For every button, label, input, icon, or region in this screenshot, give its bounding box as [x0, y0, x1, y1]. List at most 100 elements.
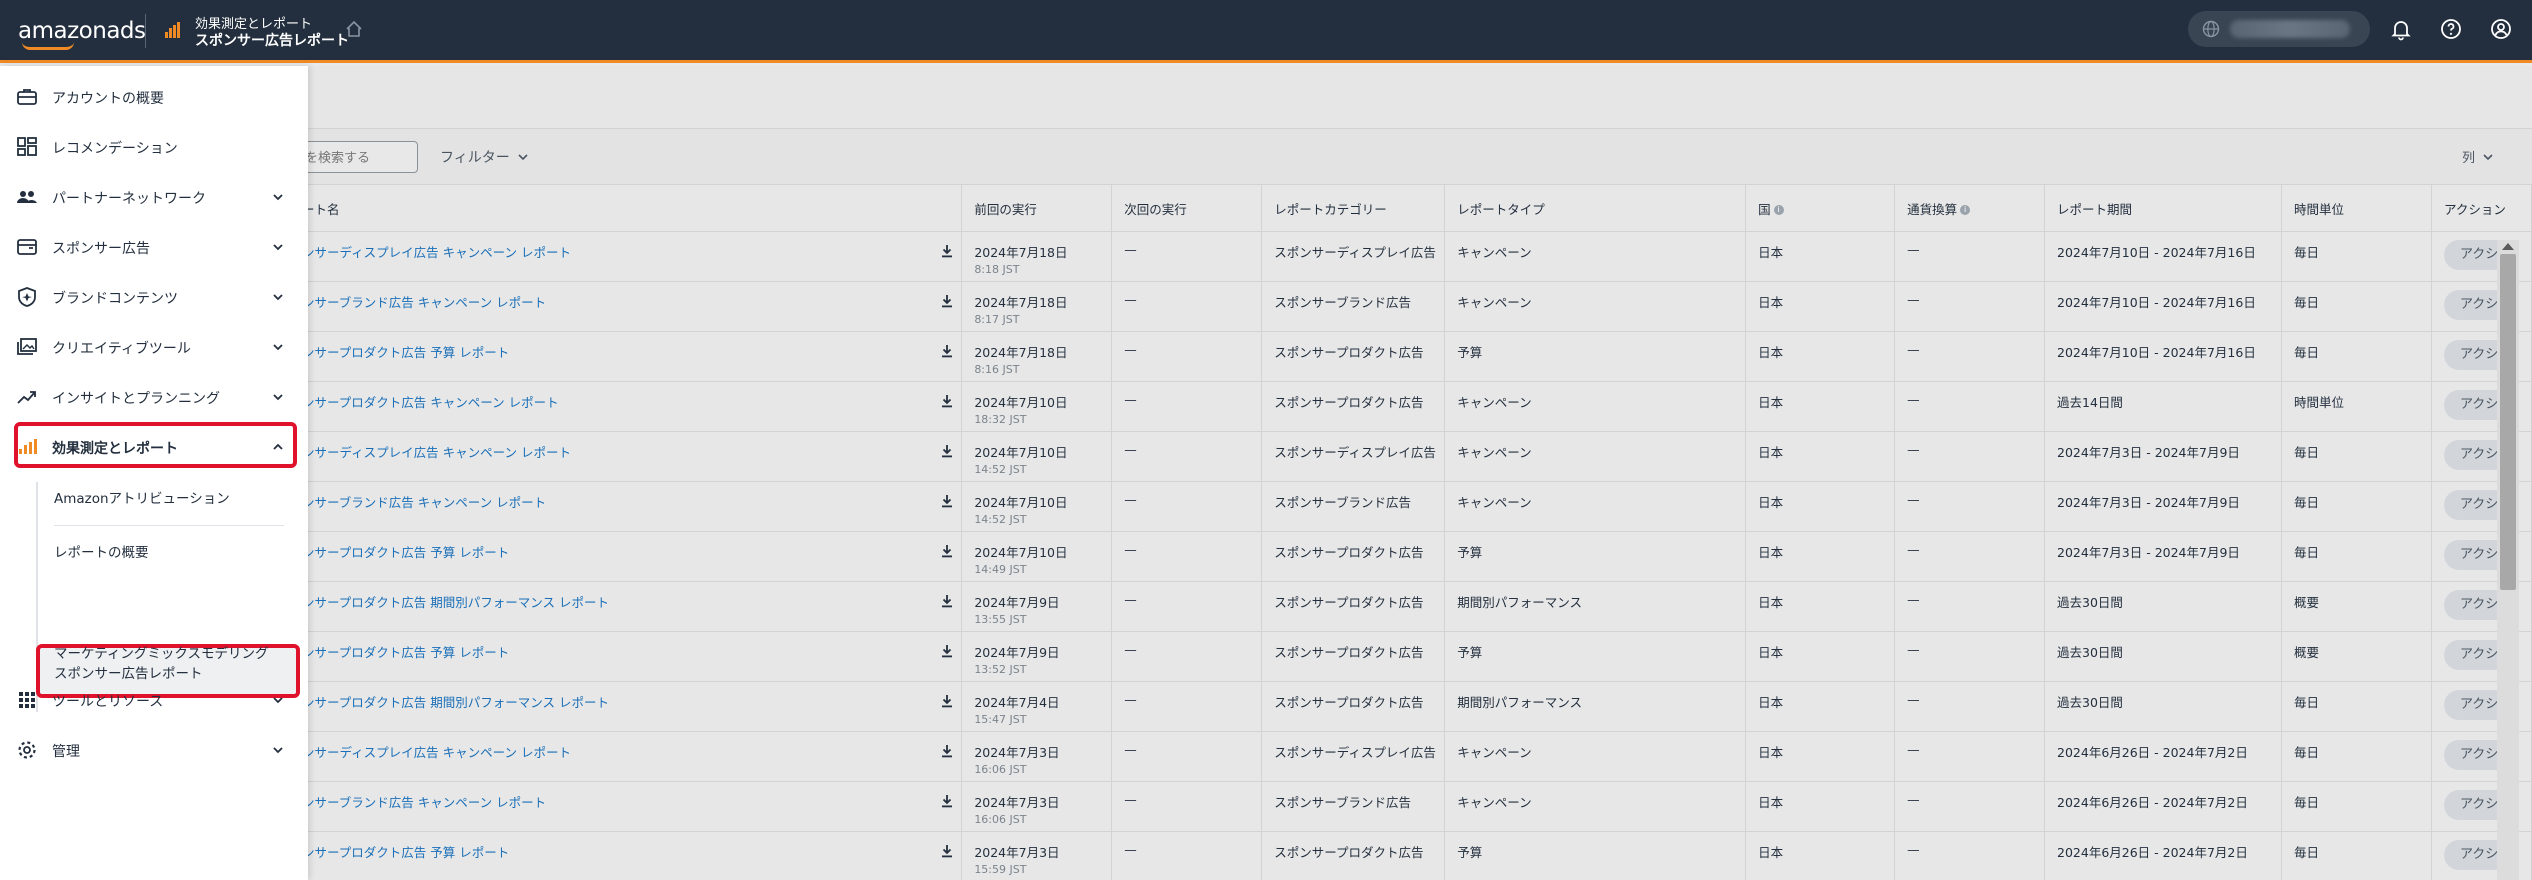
currency-cell: — [1894, 431, 2046, 482]
report-name-link[interactable]: ンサープロダクト広告 期間別パフォーマンス レポート [302, 595, 609, 610]
report-name-link[interactable]: ンサープロダクト広告 キャンペーン レポート [302, 395, 559, 410]
action-button[interactable]: アクシ [2443, 590, 2504, 620]
column-header-report-name[interactable]: ート名 [290, 184, 963, 232]
report-name-link[interactable]: ンサープロダクト広告 期間別パフォーマンス レポート [302, 695, 609, 710]
download-icon[interactable] [941, 494, 953, 508]
user-account-icon[interactable] [2489, 17, 2513, 41]
action-button[interactable]: アクシ [2443, 240, 2504, 270]
nav-item-admin[interactable]: 管理 [0, 726, 308, 774]
report-name-link[interactable]: ンサーブランド広告 キャンペーン レポート [302, 795, 546, 810]
nav-item-account-overview[interactable]: アカウントの概要 [0, 73, 308, 121]
report-name-link[interactable]: ンサーディスプレイ広告 キャンペーン レポート [302, 445, 571, 460]
bell-icon[interactable] [2389, 17, 2413, 41]
next-run-value: — [1124, 542, 1137, 557]
search-input[interactable] [290, 141, 418, 173]
last-run-time: 16:06 JST [974, 813, 1027, 826]
nav-item-insights-planning[interactable]: インサイトとプランニング [0, 373, 308, 421]
type-value: 期間別パフォーマンス [1457, 695, 1582, 710]
period-value: 2024年7月3日 - 2024年7月9日 [2057, 545, 2240, 560]
action-button[interactable]: アクシ [2443, 840, 2504, 870]
filter-dropdown[interactable]: フィルター [440, 147, 528, 167]
action-button[interactable]: アクシ [2443, 440, 2504, 470]
scroll-up-arrow-icon[interactable] [2502, 243, 2514, 250]
country-cell: 日本 [1745, 531, 1896, 582]
period-value: 2024年6月26日 - 2024年7月2日 [2057, 845, 2248, 860]
action-button[interactable]: アクシ [2443, 490, 2504, 520]
download-icon[interactable] [941, 244, 953, 258]
sub-item-report-overview[interactable]: レポートの概要 [36, 527, 298, 571]
type-cell: キャンペーン [1444, 281, 1747, 332]
column-header-country[interactable]: 国i [1745, 184, 1896, 232]
sub-item-marketing-mix-modeling[interactable]: マーケティングミックスモデリング [36, 628, 298, 672]
column-header-last-run[interactable]: 前回の実行 [961, 184, 1113, 232]
time-unit-value: 概要 [2294, 645, 2320, 660]
next-run-value: — [1124, 492, 1137, 507]
action-button[interactable]: アクシ [2443, 340, 2504, 370]
type-value: 予算 [1457, 345, 1483, 360]
action-button[interactable]: アクシ [2443, 740, 2504, 770]
header-label: 通貨換算 [1907, 201, 1958, 217]
column-header-currency[interactable]: 通貨換算 i [1894, 184, 2046, 232]
time-unit-cell: 毎日 [2281, 231, 2432, 282]
nav-item-creative-tools[interactable]: クリエイティブツール [0, 323, 308, 371]
download-icon[interactable] [941, 844, 953, 858]
header-label: レポート期間 [2057, 201, 2133, 217]
download-icon[interactable] [941, 344, 953, 358]
action-button[interactable]: アクシ [2443, 640, 2504, 670]
info-icon[interactable]: i [1773, 205, 1784, 215]
column-header-time-unit[interactable]: 時間単位 [2281, 184, 2432, 232]
column-header-next-run[interactable]: 次回の実行 [1111, 184, 1263, 232]
action-button[interactable]: アクシ [2443, 540, 2504, 570]
column-header-category[interactable]: レポートカテゴリー [1261, 184, 1446, 232]
action-button[interactable]: アクシ [2443, 790, 2504, 820]
last-run-cell: 2024年7月10日 14:49 JST [961, 531, 1113, 582]
action-button[interactable]: アクシ [2443, 690, 2504, 720]
last-run-time: 13:55 JST [974, 613, 1027, 626]
home-icon[interactable] [344, 19, 364, 39]
nav-item-label: クリエイティブツール [52, 341, 191, 357]
report-name-link[interactable]: ンサープロダクト広告 予算 レポート [302, 845, 509, 860]
column-header-period[interactable]: レポート期間 [2044, 184, 2282, 232]
last-run-cell: 2024年7月18日 8:18 JST [961, 231, 1113, 282]
last-run-date: 2024年7月10日 [974, 395, 1068, 410]
nav-item-brand-content[interactable]: ブランドコンテンツ [0, 273, 308, 321]
download-icon[interactable] [941, 394, 953, 408]
sub-item-amazon-attribution[interactable]: Amazonアトリビューション [36, 473, 298, 517]
columns-dropdown[interactable]: 列 [2462, 147, 2493, 166]
download-icon[interactable] [941, 644, 953, 658]
column-header-type[interactable]: レポートタイプ [1444, 184, 1747, 232]
nav-item-partner-network[interactable]: パートナーネットワーク [0, 173, 308, 221]
download-icon[interactable] [941, 444, 953, 458]
download-icon[interactable] [941, 594, 953, 608]
shield-icon [18, 287, 36, 307]
download-icon[interactable] [941, 294, 953, 308]
last-run-time: 18:32 JST [974, 413, 1027, 426]
report-name-link[interactable]: ンサーブランド広告 キャンペーン レポート [302, 495, 546, 510]
report-name-link[interactable]: ンサープロダクト広告 予算 レポート [302, 545, 509, 560]
nav-item-tools-resources[interactable]: ツールとリソース [0, 676, 308, 724]
account-selector[interactable] [2188, 11, 2370, 47]
reports-table: ート名 前回の実行 次回の実行 レポートカテゴリー レポートタイプ 国i 通貨換… [290, 184, 2532, 880]
last-run-date: 2024年7月3日 [974, 745, 1060, 760]
report-name-link[interactable]: ンサープロダクト広告 予算 レポート [302, 345, 509, 360]
active-item-highlight [14, 422, 297, 468]
report-name-link[interactable]: ンサーディスプレイ広告 キャンペーン レポート [302, 245, 571, 260]
download-icon[interactable] [941, 694, 953, 708]
download-icon[interactable] [941, 544, 953, 558]
report-name-link[interactable]: ンサーブランド広告 キャンペーン レポート [302, 295, 546, 310]
nav-item-recommendations[interactable]: レコメンデーション [0, 123, 308, 171]
time-unit-cell: 毎日 [2281, 481, 2432, 532]
help-icon[interactable] [2439, 17, 2463, 41]
header-label: レポートタイプ [1457, 201, 1545, 217]
download-icon[interactable] [941, 794, 953, 808]
type-cell: キャンペーン [1444, 431, 1747, 482]
action-button[interactable]: アクシ [2443, 390, 2504, 420]
nav-item-sponsored-ads[interactable]: スポンサー広告 [0, 223, 308, 271]
amazon-ads-logo[interactable]: amazonads [18, 18, 146, 44]
scrollbar-thumb[interactable] [2500, 254, 2516, 590]
report-name-link[interactable]: ンサープロダクト広告 予算 レポート [302, 645, 509, 660]
download-icon[interactable] [941, 744, 953, 758]
action-button[interactable]: アクシ [2443, 290, 2504, 320]
report-name-link[interactable]: ンサーディスプレイ広告 キャンペーン レポート [302, 745, 571, 760]
info-icon[interactable]: i [1960, 205, 1971, 215]
